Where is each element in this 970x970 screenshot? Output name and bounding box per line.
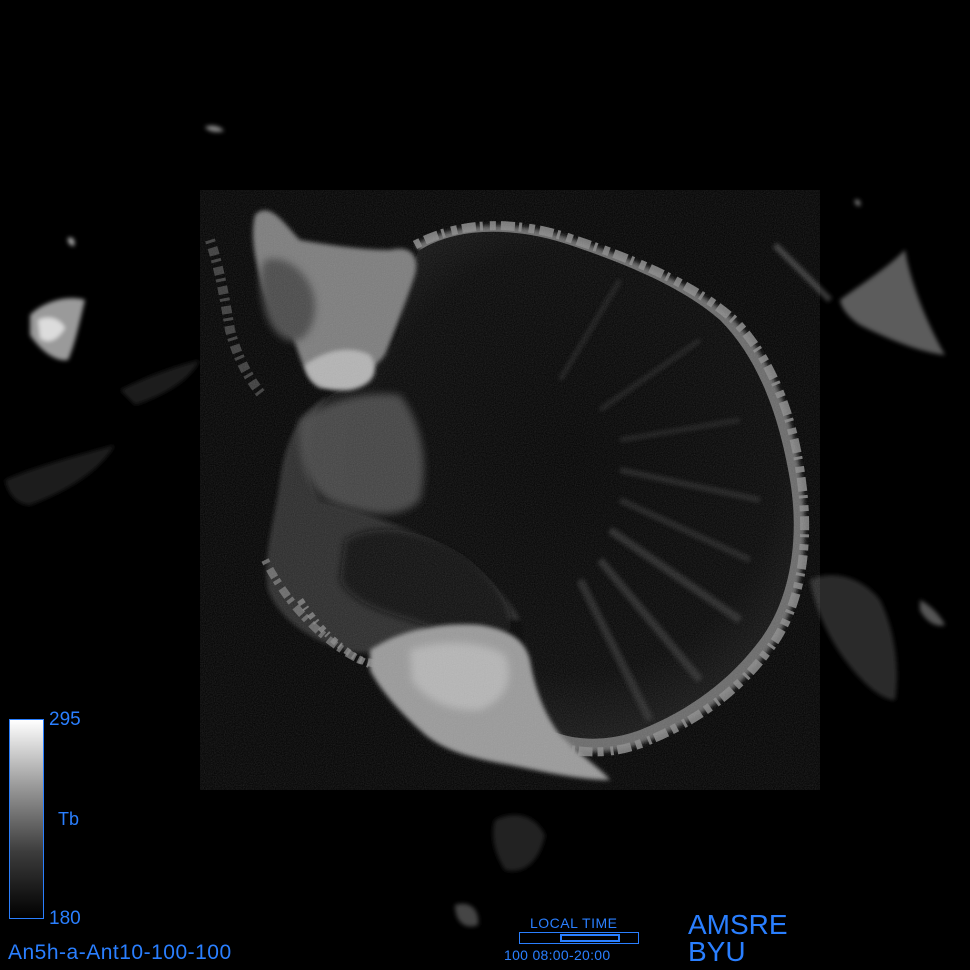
colorbar-max-label: 295	[49, 709, 81, 730]
brightness-temperature-map	[5, 125, 945, 927]
colorbar	[9, 719, 44, 919]
colorbar-min-label: 180	[49, 908, 81, 929]
organization-name: BYU	[688, 936, 746, 967]
map-view: 295 Tb 180 An5h-a-Ant10-100-100 LOCAL TI…	[0, 0, 970, 970]
texture-overlay	[200, 190, 820, 790]
local-time-bar	[519, 932, 639, 944]
sensor-name: AMSRE	[688, 909, 788, 940]
local-time-label: LOCAL TIME	[530, 915, 618, 931]
local-time-window	[560, 934, 620, 942]
colorbar-variable-label: Tb	[58, 809, 80, 829]
product-id: An5h-a-Ant10-100-100	[8, 941, 232, 964]
local-time-range: 100 08:00-20:00	[504, 947, 611, 963]
